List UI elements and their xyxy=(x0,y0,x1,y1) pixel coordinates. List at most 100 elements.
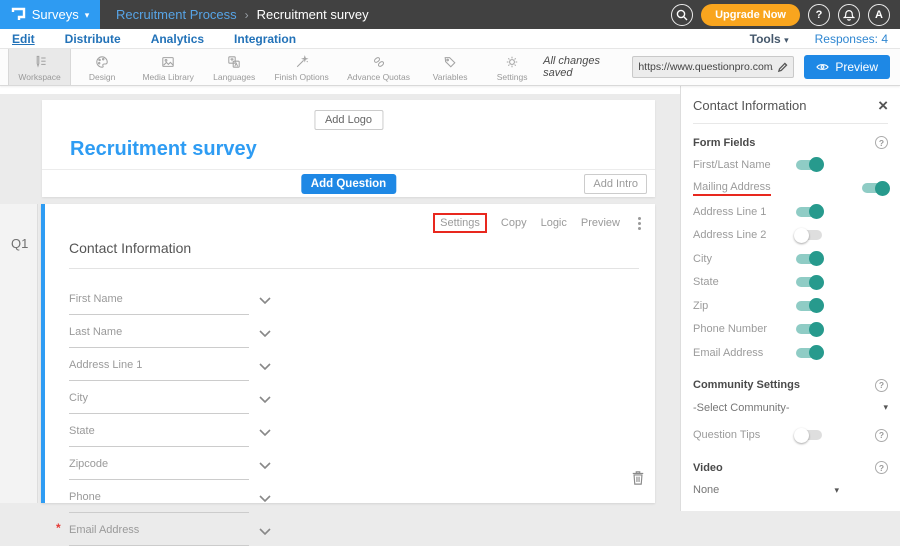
help-icon[interactable]: ? xyxy=(875,429,888,442)
toolbar-item-label: Workspace xyxy=(18,72,60,82)
field-input[interactable]: State xyxy=(69,421,249,447)
toolbar-item-label: Advance Quotas xyxy=(347,72,410,82)
community-select[interactable]: -Select Community- ▾ xyxy=(693,402,888,414)
toolbar-item-advance-quotas[interactable]: Advance Quotas xyxy=(338,49,419,85)
save-status: All changes saved xyxy=(543,55,622,79)
search-button[interactable] xyxy=(671,4,693,26)
topbar-actions: Upgrade Now ? A xyxy=(671,4,900,26)
tools-menu[interactable]: Tools ▾ xyxy=(750,32,789,46)
field-options-dropdown[interactable] xyxy=(259,489,271,507)
breadcrumb: Recruitment Process › Recruitment survey xyxy=(116,7,369,22)
field-options-dropdown[interactable] xyxy=(259,390,271,408)
field-options-dropdown[interactable] xyxy=(259,324,271,342)
help-icon[interactable]: ? xyxy=(875,461,888,474)
tag-icon xyxy=(442,54,458,70)
community-settings-header: Community Settings ? xyxy=(693,379,888,392)
field-input[interactable]: Address Line 1 xyxy=(69,355,249,381)
survey-header-card: Add Logo Recruitment survey Add Question… xyxy=(42,100,655,197)
field-options-dropdown[interactable] xyxy=(259,456,271,474)
toolbar-item-media-library[interactable]: Media Library xyxy=(133,49,203,85)
gear-icon xyxy=(504,54,520,70)
panel-title: Contact Information xyxy=(693,98,806,113)
toolbar-item-label: Variables xyxy=(433,72,468,82)
account-button[interactable]: A xyxy=(868,4,890,26)
more-actions-icon[interactable] xyxy=(638,217,641,230)
chevron-down-icon: ▾ xyxy=(834,485,839,496)
toggle-city[interactable] xyxy=(796,254,822,264)
tab-integration[interactable]: Integration xyxy=(234,32,296,46)
survey-header-actions: Add Question Add Intro xyxy=(42,169,655,197)
help-icon[interactable]: ? xyxy=(875,379,888,392)
edit-pencil-icon[interactable] xyxy=(777,62,788,73)
toggle-mailing-address[interactable] xyxy=(862,183,888,193)
video-select[interactable]: None ▾ xyxy=(693,484,839,496)
add-logo-button[interactable]: Add Logo xyxy=(314,110,383,130)
question-logic-button[interactable]: Logic xyxy=(541,217,567,229)
toolbar-item-languages[interactable]: A Languages xyxy=(203,49,265,85)
field-options-dropdown[interactable] xyxy=(259,357,271,375)
survey-url-field[interactable]: https://www.questionpro.com/t/APNrFZ xyxy=(632,56,794,78)
field-options-dropdown[interactable] xyxy=(259,423,271,441)
field-input[interactable]: City xyxy=(69,388,249,414)
panel-toggle-row: Mailing Address xyxy=(693,177,888,201)
field-input[interactable]: Email Address xyxy=(69,520,249,546)
breadcrumb-folder[interactable]: Recruitment Process xyxy=(116,7,237,22)
field-input[interactable]: Last Name xyxy=(69,322,249,348)
toggle-phone-number[interactable] xyxy=(796,324,822,334)
surveys-menu[interactable]: Surveys ▾ xyxy=(0,0,100,29)
upgrade-now-button[interactable]: Upgrade Now xyxy=(701,4,800,26)
panel-toggle-row: Zip xyxy=(693,294,888,318)
preview-button[interactable]: Preview xyxy=(804,55,890,79)
form-fields-section-header: Form Fields ? xyxy=(693,136,888,149)
question-tips-row: Question Tips ? xyxy=(693,424,888,448)
field-input[interactable]: Zipcode xyxy=(69,454,249,480)
bell-icon xyxy=(843,8,855,21)
toolbar-item-settings[interactable]: Settings xyxy=(481,49,543,85)
toggle-address-line-1[interactable] xyxy=(796,207,822,217)
questionpro-logo-icon xyxy=(11,6,26,23)
help-button[interactable]: ? xyxy=(808,4,830,26)
toolbar-item-workspace[interactable]: Workspace xyxy=(8,49,71,85)
toolbar-item-design[interactable]: Design xyxy=(71,49,133,85)
delete-question-button[interactable] xyxy=(631,470,645,491)
main-area: Add Logo Recruitment survey Add Question… xyxy=(0,86,900,511)
notifications-button[interactable] xyxy=(838,4,860,26)
help-icon[interactable]: ? xyxy=(875,136,888,149)
panel-toggle-row: City xyxy=(693,247,888,271)
question-preview-button[interactable]: Preview xyxy=(581,217,620,229)
field-first-name: First Name xyxy=(69,289,271,315)
toggle-zip[interactable] xyxy=(796,301,822,311)
toolbar-item-finish-options[interactable]: Finish Options xyxy=(265,49,338,85)
tab-analytics[interactable]: Analytics xyxy=(151,32,204,46)
question-settings-button[interactable]: Settings xyxy=(433,213,487,233)
toggle-question-tips[interactable] xyxy=(796,430,822,440)
question-title-wrap: Contact Information xyxy=(69,240,639,269)
languages-icon: A xyxy=(226,54,242,70)
toggle-first-last-name[interactable] xyxy=(796,160,822,170)
close-icon[interactable]: × xyxy=(878,99,888,113)
toggle-state[interactable] xyxy=(796,277,822,287)
toolbar-item-variables[interactable]: Variables xyxy=(419,49,481,85)
tab-edit[interactable]: Edit xyxy=(12,32,35,46)
required-asterisk: * xyxy=(56,521,61,535)
chevron-down-icon: ▾ xyxy=(85,10,90,21)
field-input[interactable]: First Name xyxy=(69,289,249,315)
field-state: State xyxy=(69,421,271,447)
contact-form-fields: First Name Last Name Address Line 1 xyxy=(69,289,271,546)
svg-text:A: A xyxy=(235,62,238,67)
add-intro-button[interactable]: Add Intro xyxy=(584,174,647,194)
question-copy-button[interactable]: Copy xyxy=(501,217,527,229)
toolbar-item-label: Languages xyxy=(213,72,255,82)
field-input[interactable]: Phone xyxy=(69,487,249,513)
field-options-dropdown[interactable] xyxy=(259,291,271,309)
add-question-button[interactable]: Add Question xyxy=(301,174,396,194)
panel-toggle-row: First/Last Name xyxy=(693,153,888,177)
question-title[interactable]: Contact Information xyxy=(69,240,191,256)
tab-distribute[interactable]: Distribute xyxy=(65,32,121,46)
toggle-email-address[interactable] xyxy=(796,348,822,358)
toggle-address-line-2[interactable] xyxy=(796,230,822,240)
survey-title[interactable]: Recruitment survey xyxy=(70,138,257,161)
magic-wand-icon xyxy=(294,54,310,70)
responses-link[interactable]: Responses: 4 xyxy=(815,32,888,46)
field-options-dropdown[interactable] xyxy=(259,522,271,540)
